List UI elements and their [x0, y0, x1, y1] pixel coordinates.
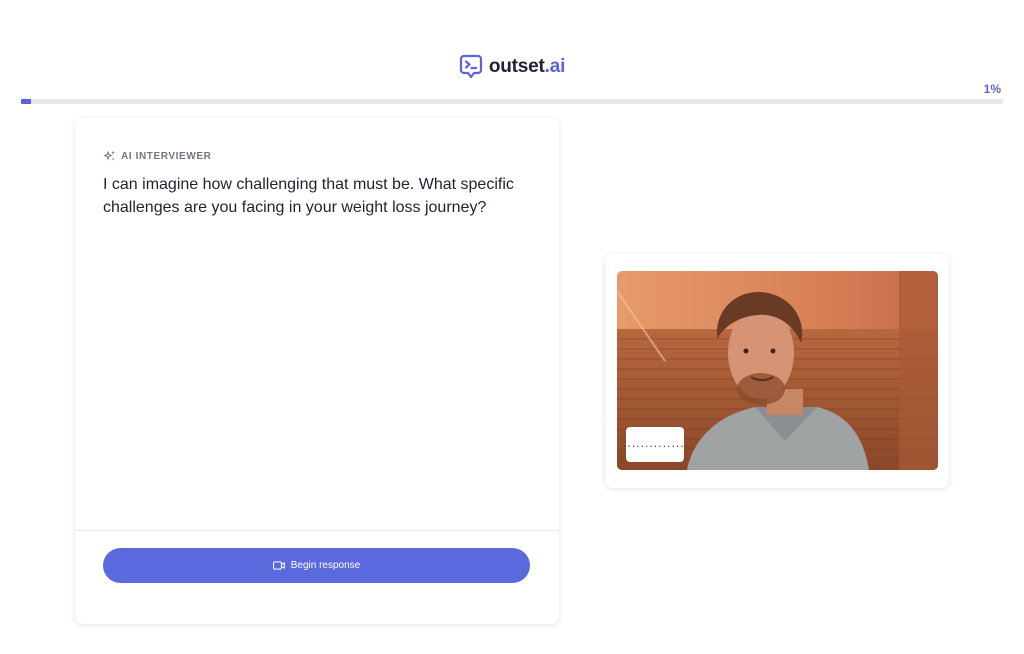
- progress-bar-fill: [21, 99, 31, 104]
- interview-question: I can imagine how challenging that must …: [103, 176, 514, 216]
- webcam-preview: ...............: [617, 271, 938, 470]
- audio-level-dots: ...............: [621, 439, 689, 450]
- interviewer-card: AI INTERVIEWER I can imagine how challen…: [75, 118, 559, 624]
- video-camera-icon: [272, 561, 285, 570]
- outset-logo: outset.ai: [0, 54, 1024, 80]
- brand-name: outset.ai: [488, 56, 566, 78]
- progress-bar: [21, 99, 1003, 104]
- interviewer-label-text: AI INTERVIEWER: [121, 150, 212, 162]
- brand-main-text: outset: [488, 56, 545, 77]
- progress-percent: 1%: [983, 82, 1001, 96]
- interview-page: outset.ai 1% AI INTERVIEWER I can imagin…: [0, 0, 1024, 654]
- audio-level-indicator: ...............: [622, 427, 689, 462]
- begin-response-label: Begin response: [290, 560, 361, 571]
- interviewer-label: AI INTERVIEWER: [104, 150, 211, 162]
- webcam-card: ...............: [605, 254, 949, 488]
- card-divider: [75, 530, 559, 531]
- chat-terminal-icon: [459, 54, 482, 79]
- brand-suffix-text: .ai: [544, 56, 566, 77]
- sparkle-icon: [104, 150, 115, 161]
- begin-response-button[interactable]: Begin response: [103, 548, 530, 583]
